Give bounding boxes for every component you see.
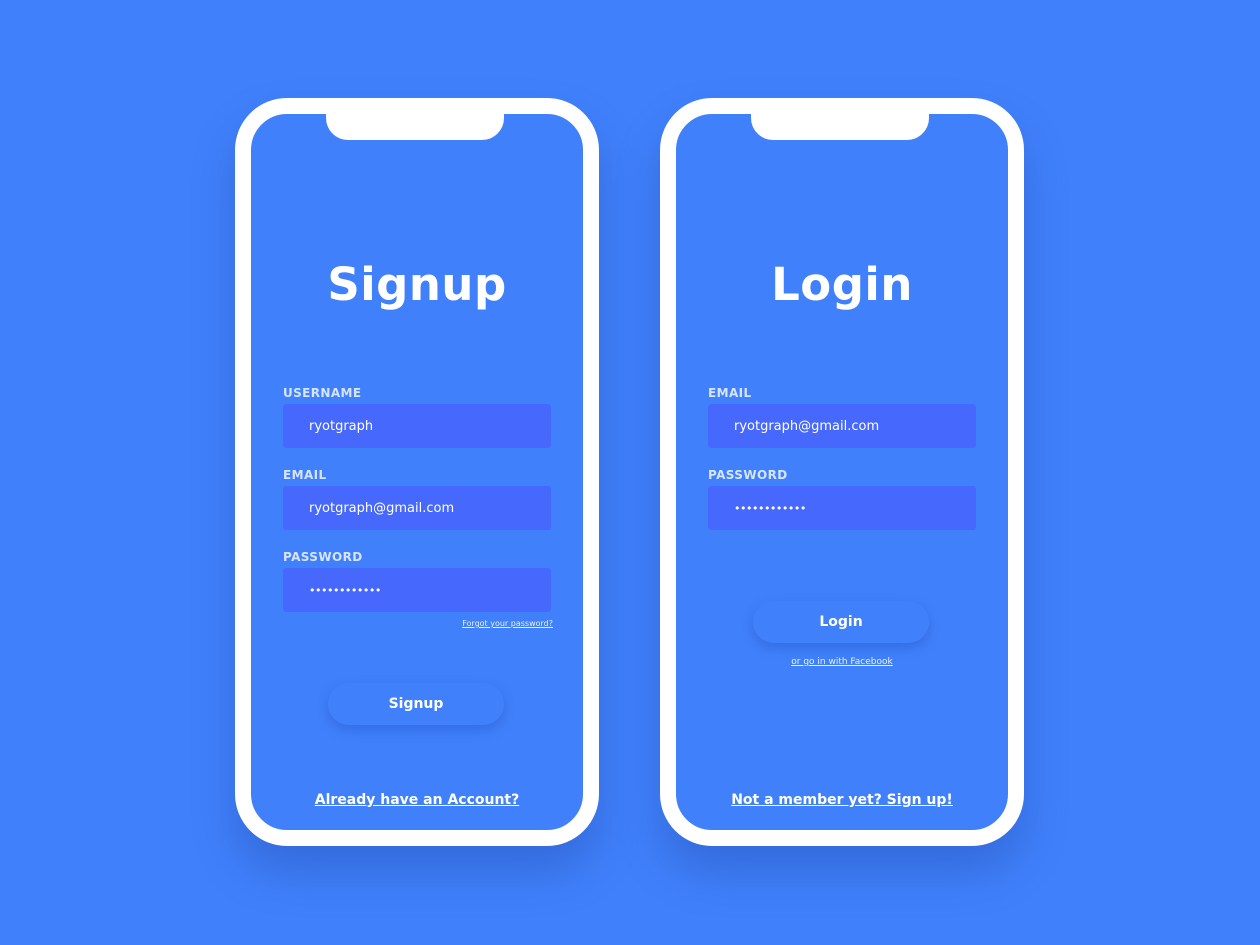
- login-password-value: ••••••••••••: [734, 501, 806, 515]
- signup-email-input[interactable]: ryotgraph@gmail.com: [283, 486, 551, 530]
- forgot-password-link[interactable]: Forgot your password?: [462, 619, 553, 628]
- login-email-input[interactable]: ryotgraph@gmail.com: [708, 404, 976, 448]
- signup-button[interactable]: Signup: [328, 683, 504, 725]
- login-button[interactable]: Login: [753, 601, 929, 643]
- signup-password-label: PASSWORD: [283, 550, 363, 564]
- login-email-value: ryotgraph@gmail.com: [734, 418, 880, 434]
- username-label: USERNAME: [283, 386, 362, 400]
- login-title: Login: [771, 258, 913, 311]
- signup-phone-mockup: Signup USERNAME ryotgraph EMAIL ryotgrap…: [235, 98, 599, 846]
- login-password-input[interactable]: ••••••••••••: [708, 486, 976, 530]
- phone-notch: [751, 112, 929, 140]
- username-value: ryotgraph: [309, 418, 374, 434]
- facebook-login-link[interactable]: or go in with Facebook: [676, 657, 1008, 667]
- username-input[interactable]: ryotgraph: [283, 404, 551, 448]
- login-email-label: EMAIL: [708, 386, 752, 400]
- sign-up-link[interactable]: Not a member yet? Sign up!: [676, 792, 1008, 808]
- already-have-account-link[interactable]: Already have an Account?: [251, 792, 583, 808]
- login-password-label: PASSWORD: [708, 468, 788, 482]
- signup-email-label: EMAIL: [283, 468, 327, 482]
- login-phone-mockup: Login EMAIL ryotgraph@gmail.com PASSWORD…: [660, 98, 1024, 846]
- phone-notch: [326, 112, 504, 140]
- signup-password-value: ••••••••••••: [309, 583, 381, 597]
- signup-title: Signup: [327, 258, 507, 311]
- signup-email-value: ryotgraph@gmail.com: [309, 500, 455, 516]
- signup-password-input[interactable]: ••••••••••••: [283, 568, 551, 612]
